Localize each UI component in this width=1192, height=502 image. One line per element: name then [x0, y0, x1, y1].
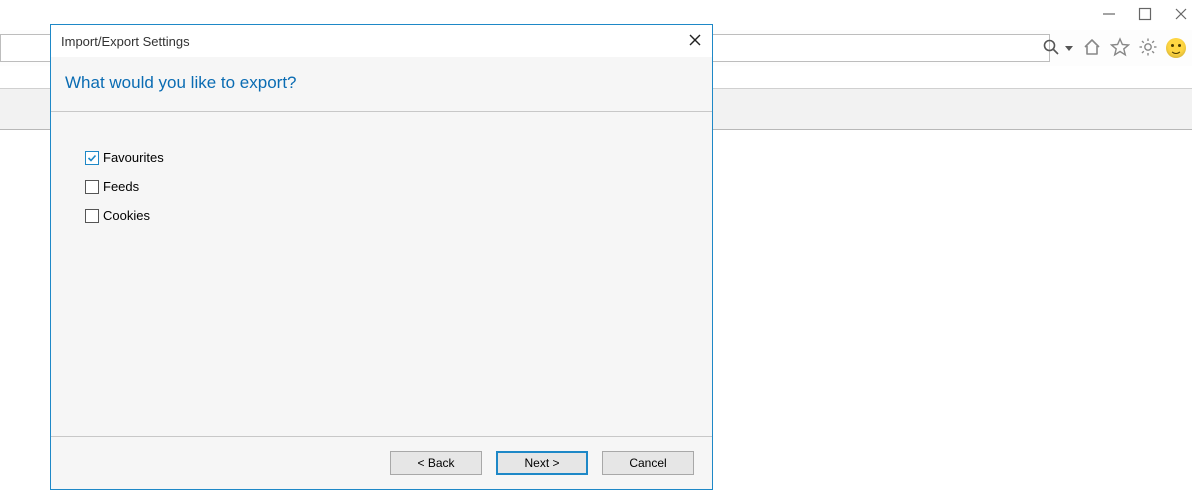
checkbox-favourites[interactable]	[85, 151, 99, 165]
dialog-heading: What would you like to export?	[51, 57, 712, 111]
search-group[interactable]	[1042, 38, 1074, 59]
home-icon[interactable]	[1082, 37, 1102, 60]
option-label: Cookies	[103, 208, 150, 223]
search-icon[interactable]	[1042, 38, 1060, 59]
minimize-icon[interactable]	[1102, 7, 1116, 21]
smiley-icon[interactable]	[1166, 38, 1186, 58]
favorites-icon[interactable]	[1110, 37, 1130, 60]
option-label: Feeds	[103, 179, 139, 194]
option-label: Favourites	[103, 150, 164, 165]
cancel-button[interactable]: Cancel	[602, 451, 694, 475]
next-button[interactable]: Next >	[496, 451, 588, 475]
window-controls	[1102, 2, 1188, 26]
dialog-title: Import/Export Settings	[61, 34, 688, 49]
maximize-icon[interactable]	[1138, 7, 1152, 21]
gear-icon[interactable]	[1138, 37, 1158, 60]
checkbox-cookies[interactable]	[85, 209, 99, 223]
dialog-body: Favourites Feeds Cookies	[51, 112, 712, 436]
dialog-close-icon[interactable]	[688, 33, 702, 50]
dialog-footer: < Back Next > Cancel	[51, 436, 712, 489]
option-feeds[interactable]: Feeds	[85, 179, 698, 194]
option-cookies[interactable]: Cookies	[85, 208, 698, 223]
close-icon[interactable]	[1174, 7, 1188, 21]
dialog-titlebar: Import/Export Settings	[51, 25, 712, 57]
checkbox-feeds[interactable]	[85, 180, 99, 194]
option-favourites[interactable]: Favourites	[85, 150, 698, 165]
toolbar-icons	[1042, 34, 1186, 62]
back-button[interactable]: < Back	[390, 451, 482, 475]
search-dropdown-icon[interactable]	[1064, 41, 1074, 56]
import-export-dialog: Import/Export Settings What would you li…	[50, 24, 713, 490]
